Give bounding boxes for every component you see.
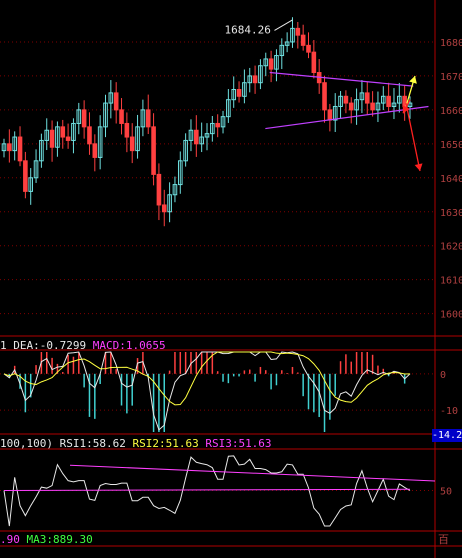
candle-body — [311, 51, 317, 74]
red-down-arrow-shaft — [405, 102, 421, 172]
candle-body — [7, 143, 12, 152]
candle-body — [322, 82, 327, 111]
high-annotation-leader — [274, 19, 293, 31]
candle-body — [87, 126, 92, 145]
macd-layer — [3, 351, 411, 432]
macd-info-prefix: 1 — [0, 339, 7, 352]
yellow-up-arrow-head — [409, 75, 417, 84]
red-down-arrow-head — [414, 163, 423, 171]
candle-body — [300, 34, 306, 46]
candle-body — [268, 58, 274, 70]
candle-body — [348, 102, 354, 111]
price-tick-label: 1640 — [440, 174, 462, 185]
upper-trendline — [269, 71, 414, 87]
candle-body — [386, 95, 391, 107]
price-tick-label: 1600 — [440, 310, 462, 321]
candle-body — [81, 109, 87, 128]
candle-body — [151, 126, 156, 175]
candle-body — [343, 95, 349, 104]
candle-body — [92, 143, 98, 158]
candle-body — [113, 92, 119, 111]
price-tick-label: 1650 — [440, 140, 462, 151]
bottom-left-value: .90 — [0, 533, 20, 546]
candle-body — [145, 109, 151, 128]
macd-tick-label: 0 — [440, 370, 446, 381]
candle-body — [364, 92, 370, 104]
candle-body — [215, 122, 220, 128]
bottom-right-label: 百 — [438, 533, 449, 546]
rsi-tick-label: 50 — [440, 487, 452, 498]
labels-layer: 1680 1670 1660 1650 1640 1630 1620 1610 1600 1684… — [224, 23, 462, 497]
macd-value: MACD:1.0655 — [92, 339, 166, 352]
candle-body — [129, 136, 135, 152]
candle-body — [236, 89, 242, 97]
rsi-trendline — [69, 464, 436, 482]
candle-body — [124, 122, 130, 138]
price-tick-label: 1680 — [440, 38, 462, 49]
candle-body — [161, 204, 167, 213]
candles-layer — [1, 17, 413, 227]
candle-body — [306, 44, 311, 53]
macd-tick-label: -10 — [440, 406, 458, 417]
candle-body — [295, 27, 301, 36]
candle-body — [370, 102, 375, 111]
rsi3-line — [3, 488, 411, 491]
dea-value: DEA:-0.7299 — [13, 339, 87, 352]
rsi-info-prefix: 100,100) — [0, 437, 53, 450]
candle-body — [23, 160, 28, 192]
candle-body — [17, 136, 23, 162]
bottom-info-bar: .90 MA3:889.30 — [0, 532, 462, 547]
candle-body — [65, 136, 71, 141]
candle-body — [194, 129, 199, 145]
candle-body — [156, 173, 162, 206]
macd-info-bar: 1 DEA:-0.7299 MACD:1.0655 — [0, 338, 462, 353]
candle-body — [119, 109, 124, 124]
rsi1-value: RSI1:58.62 — [59, 437, 126, 450]
price-tick-label: 1610 — [440, 276, 462, 287]
ma3-value: MA3:889.30 — [26, 533, 93, 546]
price-tick-label: 1660 — [440, 106, 462, 117]
price-tick-label: 1620 — [440, 242, 462, 253]
candle-body — [49, 129, 55, 148]
candle-body — [252, 75, 258, 84]
candle-body — [60, 126, 66, 138]
rsi3-value: RSI3:51.63 — [205, 437, 272, 450]
chart-canvas: 1680 1670 1660 1650 1640 1630 1620 1610 1600 1684… — [0, 0, 462, 558]
overlay-layer — [265, 19, 429, 172]
rsi-info-bar: 100,100) RSI1:58.62 RSI2:51.63 RSI3:51.6… — [0, 436, 462, 451]
high-annotation-label: 1684.26 — [224, 23, 270, 36]
price-tick-label: 1630 — [440, 208, 462, 219]
rsi2-value: RSI2:51.63 — [132, 437, 199, 450]
candle-body — [327, 109, 333, 121]
price-tick-label: 1670 — [440, 72, 462, 83]
